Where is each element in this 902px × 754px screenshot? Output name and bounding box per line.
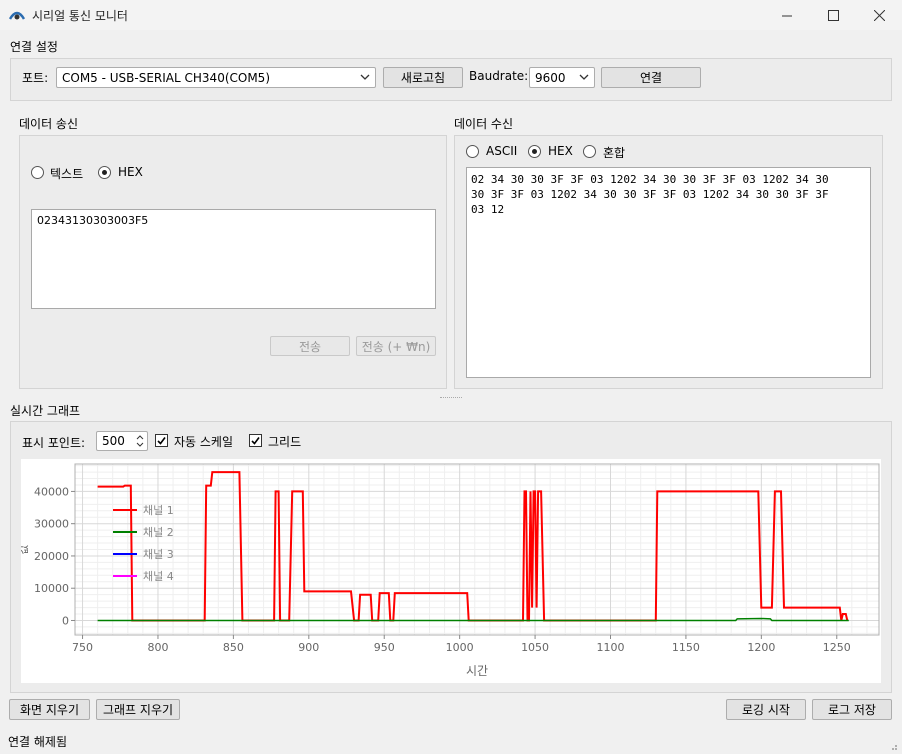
legend-label: 채널 1 [143, 504, 174, 517]
legend-label: 채널 2 [143, 526, 174, 539]
window-title: 시리얼 통신 모니터 [32, 9, 128, 23]
x-tick-label: 750 [72, 641, 93, 654]
resize-grip[interactable] [888, 740, 898, 750]
x-tick-label: 1100 [596, 641, 624, 654]
maximize-icon [827, 9, 839, 21]
grid-checkbox[interactable] [249, 434, 262, 447]
close-button[interactable] [856, 0, 902, 30]
points-label: 표시 포인트: [22, 436, 86, 450]
status-text: 연결 해제됨 [8, 735, 68, 749]
close-icon [873, 9, 885, 21]
x-tick-label: 1150 [672, 641, 700, 654]
send-mode-text-radio[interactable] [31, 166, 44, 179]
x-tick-label: 1050 [521, 641, 549, 654]
minimize-button[interactable] [764, 0, 810, 30]
checkmark-icon [157, 437, 166, 445]
splitter-handle[interactable] [440, 397, 462, 400]
send-input[interactable]: 02343130303003F5 [31, 209, 436, 309]
clear-graph-button[interactable]: 그래프 지우기 [96, 699, 180, 720]
app-icon [9, 11, 25, 20]
realtime-chart[interactable]: 750 800 850 900 950 1000 1050 1100 1150 1200 1250 … [21, 459, 881, 683]
port-select[interactable]: COM5 - USB-SERIAL CH340(COM5) [56, 67, 376, 88]
y-tick-label: 40000 [34, 485, 69, 498]
title-bar: 시리얼 통신 모니터 [0, 0, 902, 30]
send-mode-hex-label: HEX [118, 165, 143, 179]
chevron-down-icon [579, 74, 589, 80]
resize-grip-icon [892, 745, 897, 750]
x-tick-label: 1000 [446, 641, 474, 654]
start-logging-button[interactable]: 로깅 시작 [726, 699, 806, 720]
receive-mode-mixed-label: 혼합 [603, 146, 626, 160]
chevron-down-icon [360, 74, 370, 80]
checkmark-icon [251, 437, 260, 445]
receive-output[interactable]: 02 34 30 30 3F 3F 03 1202 34 30 30 3F 3F… [466, 167, 871, 378]
send-mode-text-label: 텍스트 [50, 167, 84, 181]
x-tick-label: 900 [298, 641, 319, 654]
send-input-value: 02343130303003F5 [37, 214, 149, 227]
x-axis-label: 시간 [466, 664, 488, 678]
send-newline-button[interactable]: 전송 (+ ₩n) [356, 336, 436, 356]
connection-group-title: 연결 설정 [10, 40, 58, 54]
connect-button[interactable]: 연결 [601, 67, 701, 88]
receive-mode-hex-radio[interactable] [528, 145, 541, 158]
points-spinbox[interactable]: 500 [96, 431, 148, 451]
legend-label: 채널 3 [143, 548, 174, 561]
y-tick-label: 20000 [34, 550, 69, 563]
receive-mode-ascii-label: ASCII [486, 144, 518, 158]
y-tick-label: 0 [62, 614, 69, 627]
save-log-button[interactable]: 로그 저장 [812, 699, 892, 720]
x-tick-label: 1250 [823, 641, 851, 654]
receive-mode-hex-label: HEX [548, 144, 573, 158]
receive-mode-ascii-radio[interactable] [466, 145, 479, 158]
grid-label: 그리드 [268, 435, 302, 449]
points-spinbox-value: 500 [102, 434, 125, 448]
send-group-title: 데이터 송신 [19, 117, 79, 131]
baudrate-label: Baudrate: [469, 69, 529, 83]
graph-group-title: 실시간 그래프 [10, 404, 81, 418]
autoscale-checkbox[interactable] [155, 434, 168, 447]
spin-arrows-icon[interactable] [136, 434, 144, 448]
port-select-value: COM5 - USB-SERIAL CH340(COM5) [62, 70, 271, 85]
baudrate-select-value: 9600 [535, 70, 566, 85]
x-tick-label: 800 [147, 641, 168, 654]
y-axis-label: 값 [21, 544, 30, 554]
baudrate-select[interactable]: 9600 [529, 67, 595, 88]
y-tick-label: 30000 [34, 518, 69, 531]
receive-mode-mixed-radio[interactable] [583, 145, 596, 158]
send-button[interactable]: 전송 [270, 336, 350, 356]
x-tick-label: 850 [223, 641, 244, 654]
legend-label: 채널 4 [143, 570, 174, 583]
maximize-button[interactable] [810, 0, 856, 30]
x-tick-label: 1200 [747, 641, 775, 654]
receive-output-content: 02 34 30 30 3F 3F 03 1202 34 30 30 3F 3F… [471, 173, 829, 216]
minimize-icon [781, 15, 792, 16]
x-tick-label: 950 [374, 641, 395, 654]
y-tick-label: 10000 [34, 582, 69, 595]
receive-group-title: 데이터 수신 [454, 117, 514, 131]
port-label: 포트: [22, 71, 49, 85]
autoscale-label: 자동 스케일 [174, 435, 234, 449]
clear-screen-button[interactable]: 화면 지우기 [9, 699, 90, 720]
send-mode-hex-radio[interactable] [98, 166, 111, 179]
refresh-button[interactable]: 새로고침 [383, 67, 463, 88]
